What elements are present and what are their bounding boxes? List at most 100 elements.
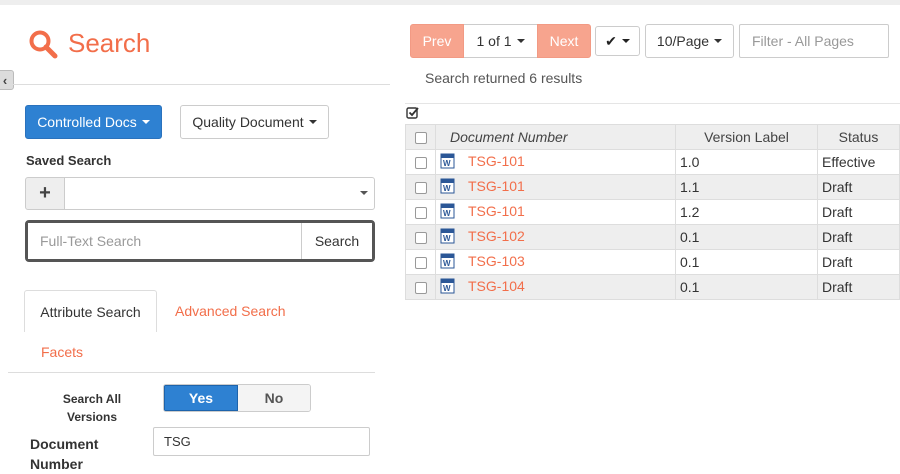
table-row[interactable]: W TSG-101 1.2 Draft — [405, 199, 900, 225]
select-all-icon[interactable] — [406, 106, 419, 122]
document-number-cell: W TSG-104 — [435, 274, 676, 300]
page-indicator: 1 of 1 — [476, 33, 512, 49]
header-checkbox[interactable] — [405, 124, 436, 150]
col-status[interactable]: Status — [817, 124, 900, 150]
controlled-docs-dropdown[interactable]: Controlled Docs — [25, 105, 162, 139]
word-doc-icon: W — [440, 253, 456, 272]
status-cell: Draft — [817, 199, 900, 225]
word-doc-icon: W — [440, 178, 456, 197]
document-link[interactable]: TSG-102 — [468, 228, 525, 244]
word-doc-icon: W — [440, 153, 456, 172]
saved-search-label: Saved Search — [26, 153, 112, 168]
document-number-cell: W TSG-101 — [435, 174, 676, 200]
col-version-label[interactable]: Version Label — [675, 124, 818, 150]
row-checkbox[interactable] — [405, 174, 436, 200]
page-title: Search — [68, 28, 151, 58]
top-strip — [0, 0, 900, 5]
quality-document-dropdown[interactable]: Quality Document — [180, 105, 329, 139]
table-row[interactable]: W TSG-104 0.1 Draft — [405, 274, 900, 300]
document-link[interactable]: TSG-103 — [468, 253, 525, 269]
svg-text:W: W — [443, 284, 451, 293]
document-number-input[interactable] — [153, 427, 370, 456]
word-doc-icon: W — [440, 228, 456, 247]
row-checkbox[interactable] — [405, 224, 436, 250]
caret-down-icon — [714, 39, 723, 43]
svg-text:W: W — [443, 209, 451, 218]
tab-advanced-search[interactable]: Advanced Search — [175, 303, 286, 319]
table-row[interactable]: W TSG-103 0.1 Draft — [405, 249, 900, 275]
status-cell: Draft — [817, 249, 900, 275]
document-link[interactable]: TSG-101 — [468, 203, 525, 219]
status-cell: Draft — [817, 274, 900, 300]
row-checkbox[interactable] — [405, 199, 436, 225]
header: Search — [28, 28, 150, 59]
results-table: Document Number Version Label Status W TS… — [405, 124, 900, 300]
document-number-cell: W TSG-102 — [435, 224, 676, 250]
search-all-versions-label: Search All Versions — [62, 392, 122, 424]
caret-down-icon — [360, 191, 368, 195]
page-size-dropdown[interactable]: 10/Page — [645, 24, 734, 58]
row-checkbox[interactable] — [405, 249, 436, 275]
tab-facets[interactable]: Facets — [41, 344, 83, 360]
table-row[interactable]: W TSG-102 0.1 Draft — [405, 224, 900, 250]
svg-text:W: W — [443, 259, 451, 268]
document-number-cell: W TSG-103 — [435, 249, 676, 275]
add-saved-search-button[interactable]: + — [25, 177, 65, 210]
quality-document-label: Quality Document — [192, 114, 304, 130]
table-row[interactable]: W TSG-101 1.0 Effective — [405, 149, 900, 175]
version-cell: 1.2 — [675, 199, 818, 225]
word-doc-icon: W — [440, 278, 456, 297]
status-cell: Effective — [817, 149, 900, 175]
svg-text:W: W — [443, 184, 451, 193]
yes-option[interactable]: Yes — [164, 385, 238, 411]
document-link[interactable]: TSG-101 — [468, 178, 525, 194]
results-divider — [405, 103, 900, 104]
full-text-search: Search — [25, 220, 375, 262]
filter-input[interactable] — [739, 24, 889, 58]
version-cell: 1.1 — [675, 174, 818, 200]
caret-down-icon — [141, 120, 150, 124]
page-select[interactable]: 1 of 1 — [464, 24, 537, 58]
document-link[interactable]: TSG-104 — [468, 278, 525, 294]
saved-search-select[interactable] — [64, 177, 375, 210]
tab-attribute-search[interactable]: Attribute Search — [24, 290, 157, 332]
search-icon — [29, 30, 58, 58]
svg-text:W: W — [443, 159, 451, 168]
document-number-label: Document Number — [30, 436, 99, 472]
row-checkbox[interactable] — [405, 274, 436, 300]
col-document-number[interactable]: Document Number — [435, 124, 676, 150]
caret-down-icon — [516, 39, 525, 43]
search-all-versions-toggle: Yes No — [163, 384, 311, 412]
search-button[interactable]: Search — [301, 223, 372, 259]
caret-down-icon — [308, 120, 317, 124]
check-icon: ✔ — [605, 32, 617, 49]
document-number-cell: W TSG-101 — [435, 199, 676, 225]
row-checkbox[interactable] — [405, 149, 436, 175]
tab-divider — [8, 372, 375, 373]
version-cell: 0.1 — [675, 224, 818, 250]
version-cell: 0.1 — [675, 274, 818, 300]
document-link[interactable]: TSG-101 — [468, 153, 525, 169]
prev-button[interactable]: Prev — [410, 24, 464, 58]
status-cell: Draft — [817, 224, 900, 250]
table-row[interactable]: W TSG-101 1.1 Draft — [405, 174, 900, 200]
full-text-search-input[interactable] — [28, 223, 301, 259]
bulk-action-dropdown[interactable]: ✔ — [595, 26, 640, 56]
collapse-panel-button[interactable]: ‹ — [0, 70, 14, 90]
table-header-row: Document Number Version Label Status — [405, 124, 900, 150]
svg-text:W: W — [443, 234, 451, 243]
collapse-icon: ‹ — [2, 72, 8, 88]
version-cell: 1.0 — [675, 149, 818, 175]
pagination: Prev 1 of 1 Next — [410, 24, 591, 58]
version-cell: 0.1 — [675, 249, 818, 275]
caret-down-icon — [621, 39, 630, 43]
next-button[interactable]: Next — [537, 24, 591, 58]
no-option[interactable]: No — [238, 385, 310, 411]
page-size-label: 10/Page — [656, 33, 710, 49]
word-doc-icon: W — [440, 203, 456, 222]
results-count: Search returned 6 results — [425, 70, 583, 86]
status-cell: Draft — [817, 174, 900, 200]
document-number-cell: W TSG-101 — [435, 149, 676, 175]
header-divider — [8, 84, 390, 85]
controlled-docs-label: Controlled Docs — [37, 114, 137, 130]
